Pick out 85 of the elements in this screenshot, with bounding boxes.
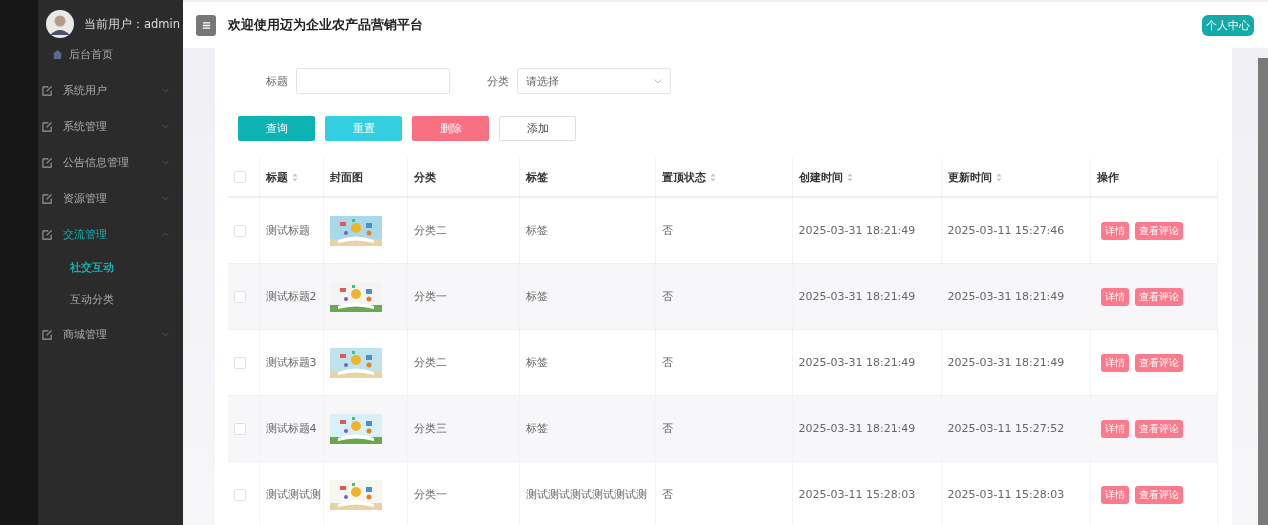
table-cell: 测试标题 [265,224,310,237]
sort-icon [995,172,1002,182]
column-header: 分类 [413,169,436,185]
column-header[interactable]: 标题 [265,169,298,185]
sidebar-item-label: 后台首页 [69,46,113,62]
sort-icon [291,172,298,182]
scrollbar[interactable] [1258,58,1268,525]
menu-icon [201,20,211,30]
table-cell: 标签 [525,290,548,303]
column-header[interactable]: 更新时间 [947,169,1002,185]
menu-button[interactable] [196,14,216,36]
sidebar-subitem[interactable]: 互动分类 [38,284,183,316]
page-title: 欢迎使用迈为企业农产品营销平台 [228,16,424,34]
table-cell: 否 [661,422,673,435]
table-cell: 2025-03-31 18:21:49 [798,356,916,369]
sidebar-menu-item[interactable]: 系统用户 [38,72,183,108]
table-cell: 分类一 [413,290,447,303]
checkbox[interactable] [234,488,246,501]
table-cell: 测试测试测 [265,488,321,501]
sidebar-menu-item[interactable]: 商城管理 [38,316,183,352]
checkbox[interactable] [234,290,246,303]
table-cell: 测试标题4 [265,422,317,435]
table-cell: 否 [661,290,673,303]
table-cell: 测试标题2 [265,290,317,303]
edit-icon [42,328,53,340]
chevron-icon [162,123,169,129]
sidebar-menu-item[interactable]: 公告信息管理 [38,144,183,180]
table-cell: 2025-03-31 18:21:49 [798,224,916,237]
filter-label: 分类 [487,73,509,89]
table-cell: 2025-03-31 18:21:49 [947,356,1065,369]
table-cell: 测试标题3 [265,356,317,369]
edit-icon [42,228,53,240]
table-cell: 2025-03-31 18:21:49 [798,290,916,303]
edit-icon [42,84,53,96]
checkbox[interactable] [234,171,246,183]
table-cell: 否 [661,356,673,369]
table-cell: 测试测试测试测试测试测 [525,488,647,501]
table-cell: 2025-03-11 15:27:52 [947,422,1065,435]
table-cell: 标签 [525,356,548,369]
checkbox[interactable] [234,422,246,435]
table-cell: 标签 [525,422,548,435]
table-cell: 分类一 [413,488,447,501]
home-icon [52,48,63,60]
column-header: 封面图 [329,169,363,185]
filter-label: 标题 [266,73,288,89]
profile-button[interactable]: 个人中心 [1202,14,1254,36]
table-cell: 否 [661,488,673,501]
table-cell: 2025-03-31 18:21:49 [947,290,1065,303]
edit-icon [42,120,53,132]
current-user-label: 当前用户：admin [84,16,181,32]
column-header[interactable]: 创建时间 [798,169,853,185]
checkbox[interactable] [234,224,246,237]
sidebar-item[interactable]: 后台首页 [38,36,183,72]
sidebar-subitem[interactable]: 社交互动 [38,252,183,284]
chevron-icon [162,231,169,237]
table-cell: 否 [661,224,673,237]
table-cell: 分类二 [413,224,447,237]
avatar-icon [46,10,74,38]
action-button[interactable]: 删除 [412,116,489,141]
sidebar-menu-item[interactable]: 系统管理 [38,108,183,144]
action-button[interactable]: 添加 [499,116,576,141]
category-select[interactable]: 请选择 [517,68,671,94]
column-header: 操作 [1096,169,1119,185]
sidebar-menu-item[interactable]: 资源管理 [38,180,183,216]
checkbox[interactable] [234,356,246,369]
table-cell: 2025-03-11 15:27:46 [947,224,1065,237]
table-cell: 分类三 [413,422,447,435]
edit-icon [42,192,53,204]
table-cell: 2025-03-11 15:28:03 [947,488,1065,501]
table-cell: 2025-03-11 15:28:03 [798,488,916,501]
sort-icon [846,172,853,182]
chevron-icon [162,195,169,201]
column-header: 标签 [525,169,548,185]
table-cell: 2025-03-31 18:21:49 [798,422,916,435]
chevron-icon [162,331,169,337]
title-input[interactable] [296,68,450,94]
chevron-icon [162,159,169,165]
sidebar-menu-item[interactable]: 交流管理 [38,216,183,252]
sort-icon [709,172,716,182]
edit-icon [42,156,53,168]
chevron-icon [162,87,169,93]
chevron-icon [654,78,662,84]
column-header[interactable]: 置顶状态 [661,169,716,185]
table-cell: 分类二 [413,356,447,369]
table-cell: 标签 [525,224,548,237]
